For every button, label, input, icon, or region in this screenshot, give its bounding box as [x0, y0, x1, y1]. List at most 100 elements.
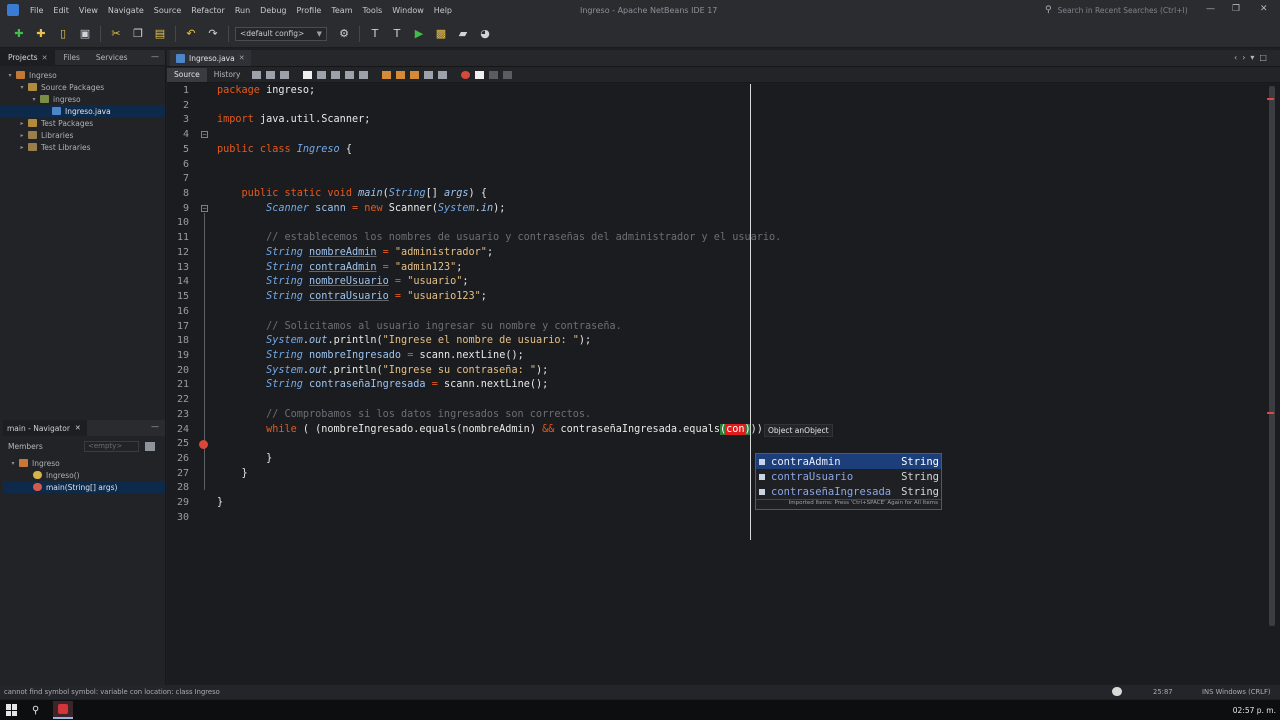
tab-projects[interactable]: Projects ✕	[0, 49, 56, 66]
paste-icon[interactable]: ▤	[151, 25, 169, 43]
editor-file-tab[interactable]: Ingreso.java ✕	[170, 50, 251, 66]
menu-profile[interactable]: Profile	[291, 6, 326, 15]
completion-item[interactable]: contraUsuario String	[756, 469, 941, 484]
tree-item[interactable]: ▾ ingreso	[0, 93, 165, 105]
scrollbar-thumb[interactable]	[1269, 86, 1275, 626]
tab-files[interactable]: Files	[55, 50, 87, 66]
find-icon[interactable]	[303, 70, 313, 79]
menu-file[interactable]: File	[25, 6, 48, 15]
menu-team[interactable]: Team	[326, 6, 357, 15]
fold-toggle-icon[interactable]: −	[201, 205, 208, 212]
close-icon[interactable]: ✕	[75, 424, 81, 432]
settings-gear-icon[interactable]: ⚙	[335, 25, 353, 43]
error-annotation-icon[interactable]	[199, 440, 208, 449]
find-selection-icon[interactable]	[345, 70, 355, 79]
search-icon[interactable]: ⚲	[32, 705, 39, 716]
navigator-item[interactable]: main(String[] args)	[3, 481, 165, 493]
cut-icon[interactable]: ✂	[107, 25, 125, 43]
code-line[interactable]: String contraseñaIngresada = scann.nextL…	[217, 379, 548, 393]
code-line[interactable]: String contraAdmin = "admin123";	[217, 262, 462, 276]
code-line[interactable]: Scanner scann = new Scanner(System.in);	[217, 203, 505, 217]
tree-item[interactable]: ▸ Test Packages	[0, 117, 165, 129]
close-window-button[interactable]: ✕	[1260, 4, 1268, 14]
filter-options-icon[interactable]	[145, 441, 155, 451]
close-icon[interactable]: ✕	[239, 54, 245, 62]
find-next-icon[interactable]	[331, 70, 341, 79]
minimize-button[interactable]: —	[1206, 4, 1215, 14]
code-line[interactable]: public static void main(String[] args) {	[217, 188, 487, 202]
netbeans-taskbar-icon[interactable]	[53, 701, 74, 719]
menu-edit[interactable]: Edit	[48, 6, 74, 15]
run-icon[interactable]: ▶	[410, 25, 428, 43]
expand-toggle-icon[interactable]: ▸	[18, 144, 26, 151]
expand-toggle-icon[interactable]: ▸	[18, 120, 26, 127]
menu-source[interactable]: Source	[149, 6, 186, 15]
members-filter[interactable]: Members	[8, 442, 78, 451]
error-marker[interactable]	[1267, 98, 1274, 100]
back-icon[interactable]	[266, 70, 276, 79]
navigator-item[interactable]: ▾ Ingreso	[3, 457, 165, 469]
save-all-icon[interactable]: ▣	[76, 25, 94, 43]
tree-item[interactable]: Ingreso.java	[0, 105, 165, 117]
code-line[interactable]: String nombreAdmin = "administrador";	[217, 247, 493, 261]
history-mode-tab[interactable]: History	[207, 68, 248, 82]
code-line[interactable]: String nombreIngresado = scann.nextLine(…	[217, 350, 524, 364]
toggle-bookmark-icon[interactable]	[410, 70, 420, 79]
new-file-icon[interactable]: ✚	[10, 25, 28, 43]
menu-navigate[interactable]: Navigate	[103, 6, 149, 15]
error-marker[interactable]	[1267, 412, 1274, 414]
code-line[interactable]: System.out.println("Ingrese su contraseñ…	[217, 365, 548, 379]
code-line[interactable]: public class Ingreso {	[217, 144, 352, 158]
code-line[interactable]: // establecemos los nombres de usuario y…	[217, 232, 781, 246]
shift-right-icon[interactable]	[438, 70, 448, 79]
debug-icon[interactable]: ▩	[432, 25, 450, 43]
expand-toggle-icon[interactable]: ▾	[30, 96, 38, 103]
next-bookmark-icon[interactable]	[396, 70, 406, 79]
last-edit-icon[interactable]	[252, 70, 262, 79]
menu-view[interactable]: View	[74, 6, 103, 15]
filter-field[interactable]: <empty>	[84, 440, 139, 452]
tree-item[interactable]: ▾ Ingreso	[0, 69, 165, 81]
quick-search[interactable]: ⚲ Search in Recent Searches (Ctrl+I)	[1045, 3, 1195, 17]
run-options-icon[interactable]: ◕	[476, 25, 494, 43]
diff-icon[interactable]	[489, 70, 499, 79]
toggle-highlight-icon[interactable]	[359, 70, 369, 79]
redo-icon[interactable]: ↷	[204, 25, 222, 43]
editor-vertical-scrollbar[interactable]	[1267, 86, 1276, 682]
shift-left-icon[interactable]	[424, 70, 434, 79]
code-line[interactable]: while ( (nombreIngresado.equals(nombreAd…	[217, 423, 775, 438]
tree-item[interactable]: ▸ Libraries	[0, 129, 165, 141]
tab-services[interactable]: Services	[88, 50, 136, 66]
close-icon[interactable]: ✕	[42, 54, 48, 62]
code-line[interactable]: package ingreso;	[217, 85, 315, 99]
expand-toggle-icon[interactable]: ▾	[6, 72, 14, 79]
tab-navigator[interactable]: main - Navigator ✕	[3, 420, 87, 436]
forward-icon[interactable]	[280, 70, 290, 79]
code-line[interactable]: import java.util.Scanner;	[217, 114, 370, 128]
record-macro-icon[interactable]	[461, 70, 471, 79]
code-line[interactable]: String contraUsuario = "usuario123";	[217, 291, 487, 305]
windows-start-icon[interactable]	[6, 704, 18, 716]
tree-item[interactable]: ▾ Source Packages	[0, 81, 165, 93]
notifications-icon[interactable]	[1112, 687, 1122, 696]
fold-toggle-icon[interactable]: −	[201, 131, 208, 138]
open-project-icon[interactable]: ▯	[54, 25, 72, 43]
prev-bookmark-icon[interactable]	[382, 70, 392, 79]
code-line[interactable]: }	[217, 468, 248, 482]
code-line[interactable]: }	[217, 453, 272, 467]
tree-item[interactable]: ▸ Test Libraries	[0, 141, 165, 153]
find-previous-icon[interactable]	[317, 70, 327, 79]
expand-toggle-icon[interactable]: ▸	[18, 132, 26, 139]
completion-item[interactable]: contraAdmin String	[756, 454, 941, 469]
tab-navigation-icon[interactable]: ‹›▾□	[1234, 53, 1272, 62]
copy-icon[interactable]: ❐	[129, 25, 147, 43]
menu-debug[interactable]: Debug	[255, 6, 291, 15]
undo-icon[interactable]: ↶	[182, 25, 200, 43]
stop-macro-icon[interactable]	[475, 70, 485, 79]
code-line[interactable]: }	[217, 497, 223, 511]
menu-help[interactable]: Help	[429, 6, 457, 15]
code-line[interactable]: String nombreUsuario = "usuario";	[217, 276, 468, 290]
maximize-button[interactable]: ❐	[1232, 4, 1240, 14]
code-line[interactable]: // Comprobamos si los datos ingresados s…	[217, 409, 591, 423]
new-project-icon[interactable]: ✚	[32, 25, 50, 43]
